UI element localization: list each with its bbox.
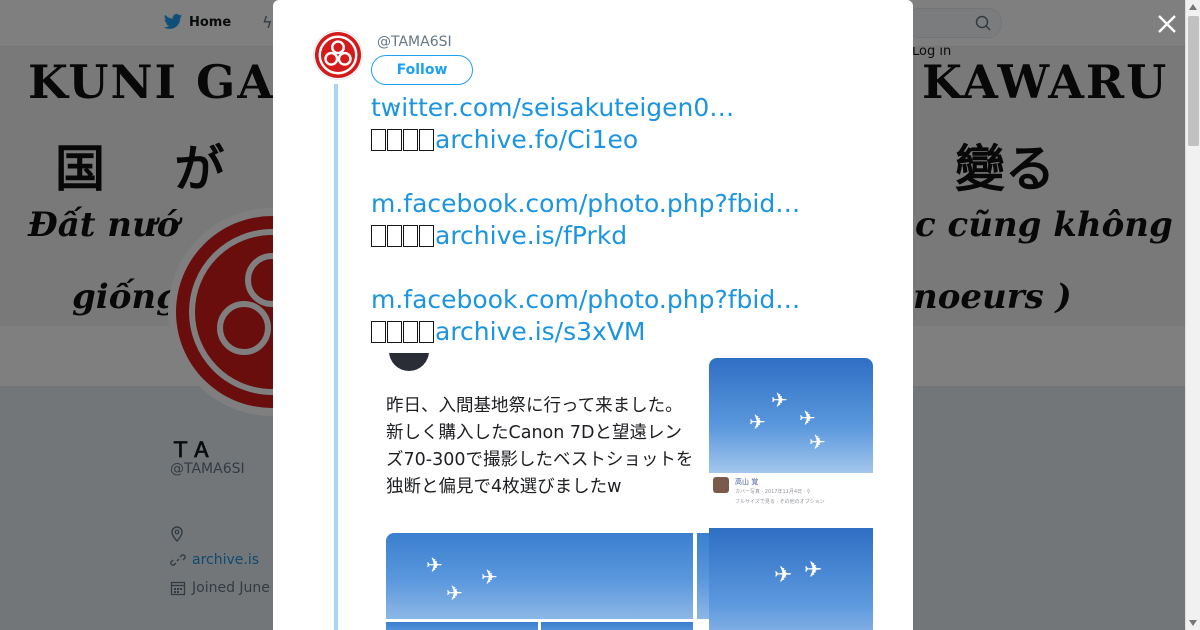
scroll-down-icon[interactable] — [1189, 620, 1197, 626]
tweet-link[interactable]: archive.is/s3xVM — [435, 317, 646, 346]
follow-button[interactable]: Follow — [371, 55, 473, 85]
tweet-link[interactable]: twitter.com/seisakuteigen0… — [371, 93, 734, 122]
post-text: 昨日、入間基地祭に行って来ました。 新しく購入したCanon 7Dと望遠レンズ7… — [386, 396, 694, 497]
tweet-link[interactable]: archive.is/fPrkd — [435, 221, 627, 250]
scroll-up-icon[interactable] — [1189, 4, 1197, 10]
fb-options: フルサイズで見る · その他のオプション — [735, 499, 825, 505]
thread-line — [334, 84, 338, 630]
tweet-media[interactable]: 昨日、入間基地祭に行って来ました。 新しく購入したCanon 7Dと望遠レンズ7… — [371, 353, 873, 630]
jet-photo: ✈ ✈ ✈ ✈ — [709, 358, 873, 473]
close-icon[interactable] — [1153, 10, 1181, 38]
fb-subtitle: カバー写真 · 2017年11月4日 · ⚲ — [735, 489, 811, 495]
tweet-text: twitter.com/seisakuteigen0… archive.fo/C… — [371, 92, 891, 348]
tweet-modal: @TAMA6SI Follow ⌄ twitter.com/seisakutei… — [273, 0, 913, 630]
fb-name: 高山 覚 — [735, 478, 759, 486]
scrollbar-thumb[interactable] — [1188, 16, 1199, 146]
jet-photo[interactable]: ✈ ✈ — [709, 528, 873, 630]
fb-avatar — [713, 477, 729, 493]
tweet-link[interactable]: archive.fo/Ci1eo — [435, 125, 638, 154]
tweet-link[interactable]: m.facebook.com/photo.php?fbid… — [371, 285, 800, 314]
media-photo-post[interactable]: 昨日、入間基地祭に行って来ました。 新しく購入したCanon 7Dと望遠レンズ7… — [371, 353, 849, 630]
tweet-author-handle[interactable]: @TAMA6SI — [377, 34, 452, 50]
crest-logo — [314, 31, 362, 79]
tweet-link[interactable]: m.facebook.com/photo.php?fbid… — [371, 189, 800, 218]
tweet-author-avatar[interactable] — [313, 30, 363, 80]
fb-photo-info: 高山 覚 カバー写真 · 2017年11月4日 · ⚲ フルサイズで見る · そ… — [709, 473, 873, 523]
page-scrollbar[interactable] — [1185, 0, 1200, 630]
jet-photo: ✈ ✈ ✈ — [386, 533, 693, 619]
media-photo-cover[interactable]: ✈ ✈ ✈ ✈ 高山 覚 カバー写真 · 2017年11月4日 · ⚲ フルサイ… — [709, 358, 873, 523]
post-avatar — [389, 353, 429, 371]
jet-photo — [386, 622, 538, 630]
jet-photo — [541, 622, 693, 630]
